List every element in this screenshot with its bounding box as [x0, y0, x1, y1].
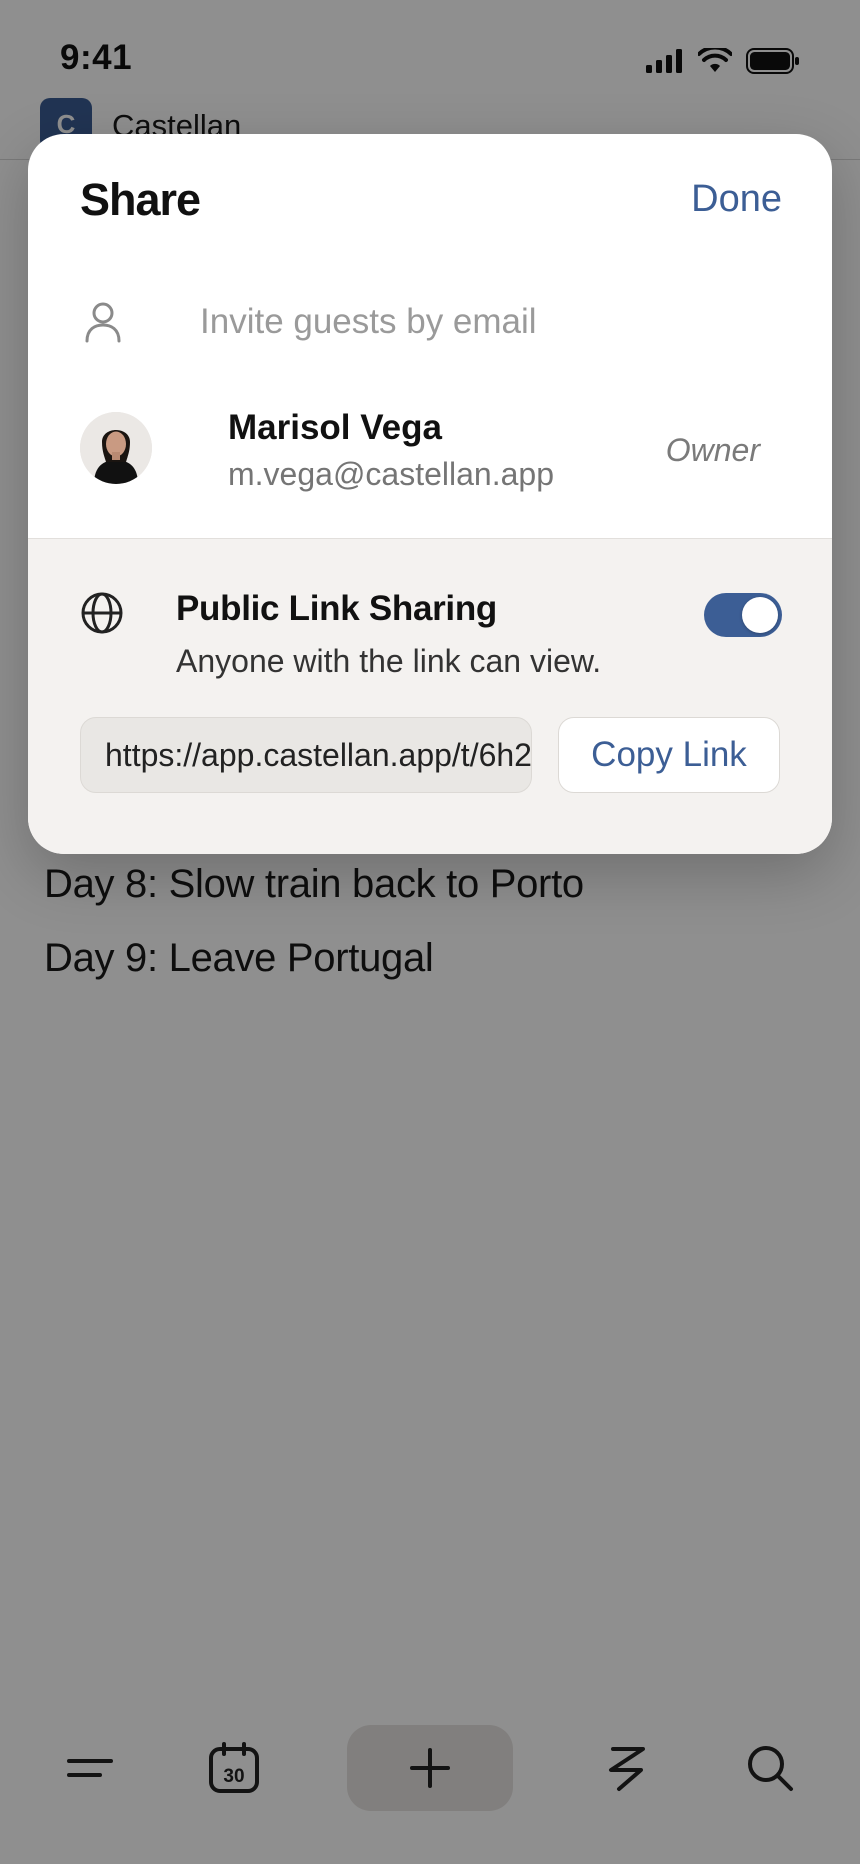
member-email: m.vega@castellan.app — [228, 456, 554, 492]
share-sheet-title: Share — [80, 174, 201, 225]
link-url-field[interactable]: https://app.castellan.app/t/6h2 — [80, 717, 532, 793]
avatar — [80, 412, 152, 484]
public-link-section: Public Link Sharing Anyone with the link… — [28, 538, 832, 854]
public-link-title: Public Link Sharing — [176, 589, 498, 628]
member-role: Owner — [665, 432, 760, 468]
member-name: Marisol Vega — [228, 408, 442, 447]
public-link-subtitle: Anyone with the link can view. — [176, 643, 602, 679]
invite-email-input[interactable] — [200, 294, 760, 350]
done-button[interactable]: Done — [691, 178, 782, 221]
avatar-image — [80, 412, 152, 484]
share-sheet: Share Done Marisol Vega m.vega@castellan… — [28, 134, 832, 854]
globe-icon — [81, 592, 123, 634]
invite-row — [80, 274, 780, 370]
member-row: Marisol Vega m.vega@castellan.app Owner — [80, 402, 810, 518]
public-link-toggle[interactable] — [704, 593, 782, 637]
person-icon — [85, 302, 121, 343]
toggle-knob — [742, 597, 778, 633]
copy-link-button[interactable]: Copy Link — [558, 717, 780, 793]
